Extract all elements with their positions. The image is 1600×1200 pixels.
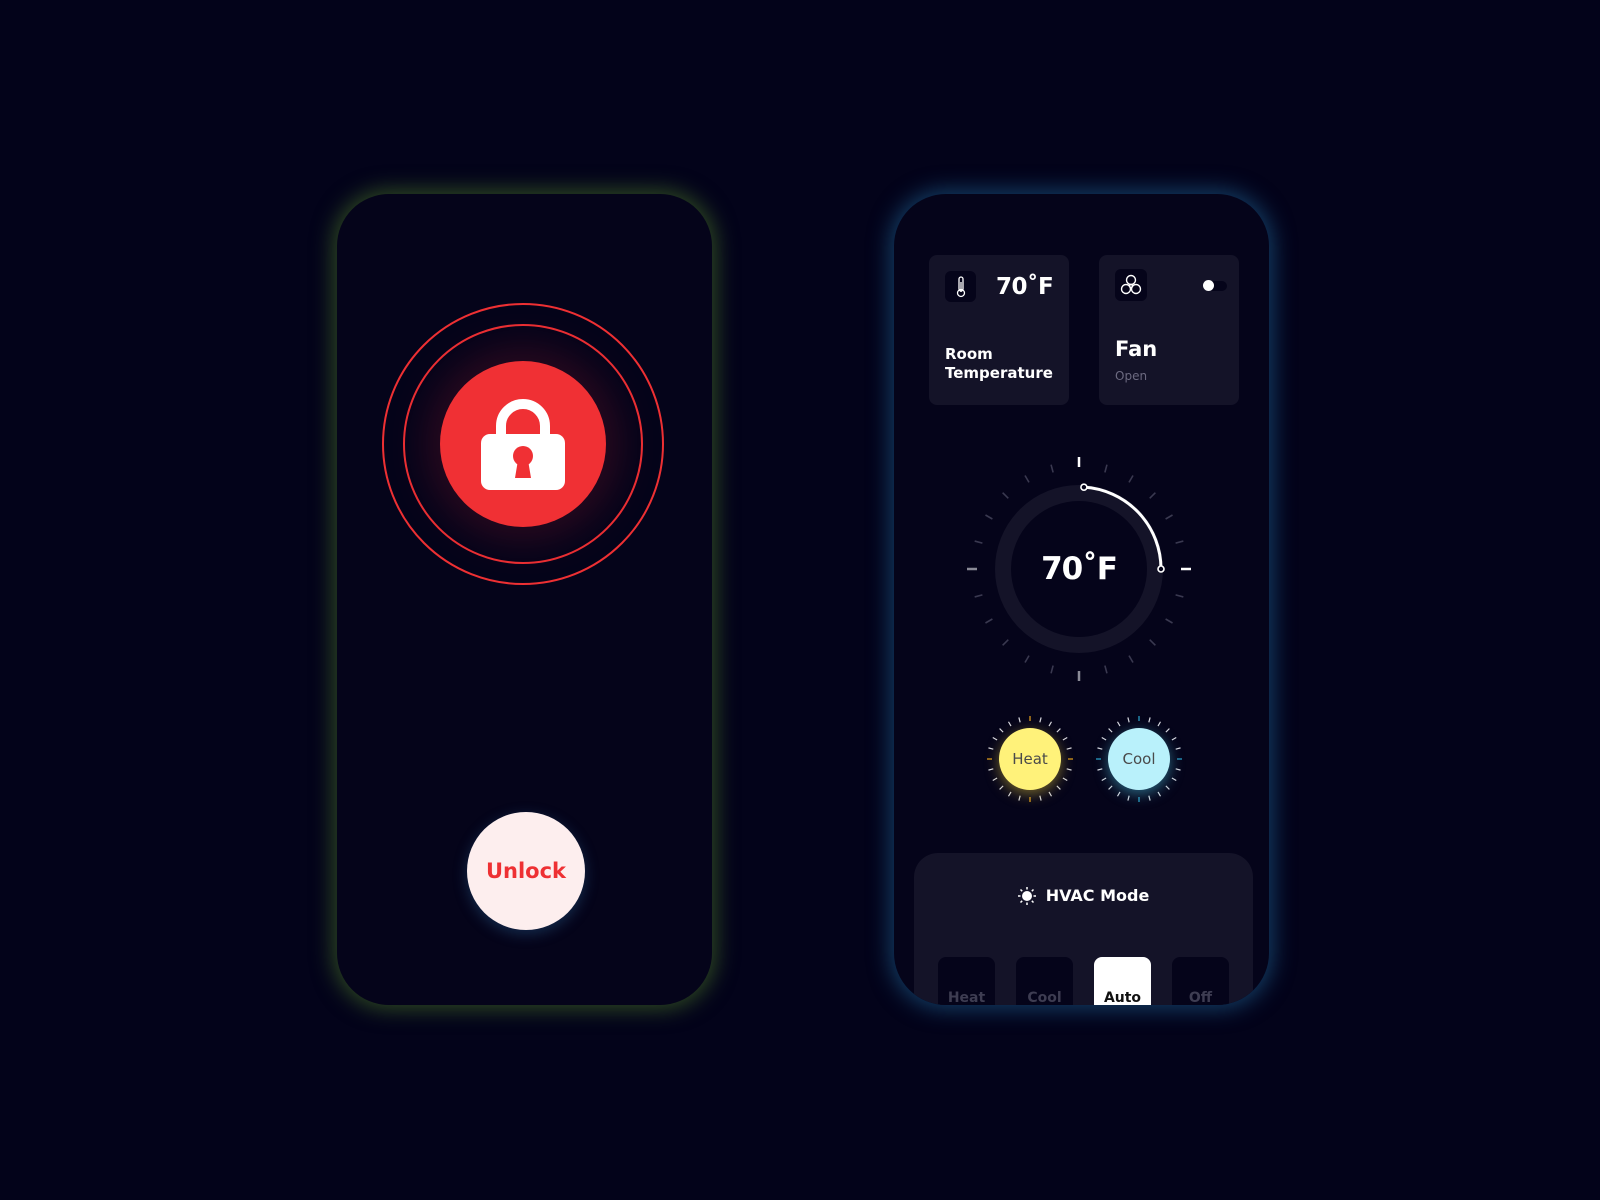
mode-tick <box>1157 791 1162 797</box>
mode-tick <box>1171 777 1177 782</box>
dial-tick <box>985 514 993 520</box>
temperature-dial[interactable]: 70˚F <box>964 454 1194 684</box>
mode-tick <box>1066 768 1072 771</box>
mode-tick <box>1116 721 1121 727</box>
dial-track <box>995 485 1163 653</box>
mode-tick <box>1116 791 1121 797</box>
mode-tick <box>1062 777 1068 782</box>
mode-tick <box>1018 717 1021 723</box>
mode-tick <box>1048 721 1053 727</box>
fan-card[interactable]: Fan Open <box>1099 255 1239 405</box>
thermometer-icon <box>956 275 965 297</box>
dial-tick <box>985 618 993 624</box>
mode-tick <box>1018 795 1021 801</box>
mode-tick <box>992 736 998 741</box>
dial-tick <box>1128 655 1134 663</box>
fan-toggle-knob <box>1203 280 1214 291</box>
hvac-option-off[interactable]: Off <box>1172 957 1229 1005</box>
lock-indicator <box>382 303 664 585</box>
room-temperature-card[interactable]: 70˚F Room Temperature <box>929 255 1069 405</box>
dial-tick <box>974 540 983 544</box>
sun-icon <box>1017 886 1036 905</box>
mode-tick <box>999 785 1004 790</box>
cool-mode-button[interactable]: Cool <box>1108 728 1170 790</box>
mode-tick <box>1171 736 1177 741</box>
mode-tick <box>1097 768 1103 771</box>
mode-tick <box>1097 747 1103 750</box>
hvac-option-cool[interactable]: Cool <box>1016 957 1073 1005</box>
dial-tick <box>1128 475 1134 483</box>
fan-icon-box <box>1115 269 1147 301</box>
dial-tick <box>1149 639 1156 646</box>
mode-tick <box>992 777 998 782</box>
room-temperature-value: 70˚F <box>996 274 1054 300</box>
dial-tick <box>1002 639 1009 646</box>
fan-icon <box>1120 274 1142 295</box>
hvac-mode-header: HVAC Mode <box>914 886 1253 905</box>
mode-tick <box>1108 728 1113 733</box>
thermometer-icon-box <box>945 271 976 302</box>
mode-tick <box>1157 721 1162 727</box>
dial-tick <box>1050 464 1054 473</box>
mode-tick <box>1039 795 1042 801</box>
mode-tick <box>988 768 994 771</box>
dial-tick <box>1024 655 1030 663</box>
dial-tick <box>1050 665 1054 674</box>
dial-tick <box>1175 594 1184 598</box>
mode-tick <box>1056 728 1061 733</box>
mode-tick <box>1165 785 1170 790</box>
mode-tick <box>1066 747 1072 750</box>
mode-tick <box>1101 736 1107 741</box>
dial-tick <box>1104 464 1108 473</box>
dial-tick <box>1002 492 1009 499</box>
dial-tick <box>1149 492 1156 499</box>
room-temperature-label: Room Temperature <box>945 345 1053 382</box>
fan-title: Fan <box>1115 337 1158 361</box>
dial-arc-start-handle <box>1080 483 1088 491</box>
dial-tick <box>1104 665 1108 674</box>
dial-tick <box>1024 475 1030 483</box>
mode-tick <box>1062 736 1068 741</box>
fan-status: Open <box>1115 369 1148 383</box>
mode-tick <box>999 728 1004 733</box>
mode-tick <box>988 747 994 750</box>
mode-tick <box>1108 785 1113 790</box>
dial-arc-end-handle <box>1157 565 1165 573</box>
mode-tick <box>1148 795 1151 801</box>
mode-tick <box>1148 717 1151 723</box>
dial-tick <box>1165 618 1173 624</box>
mode-tick <box>1101 777 1107 782</box>
dial-tick <box>1165 514 1173 520</box>
mode-tick <box>1056 785 1061 790</box>
dial-tick <box>1175 540 1184 544</box>
mode-tick <box>1007 721 1012 727</box>
mode-tick <box>1175 768 1181 771</box>
padlock-icon <box>481 399 565 490</box>
heat-mode-button[interactable]: Heat <box>999 728 1061 790</box>
mode-tick <box>1175 747 1181 750</box>
hvac-option-heat[interactable]: Heat <box>938 957 995 1005</box>
mode-tick <box>1127 717 1130 723</box>
thermostat-phone: 70˚F Room Temperature Fan Open 70˚F Heat… <box>894 194 1269 1005</box>
lock-screen-phone: Unlock <box>337 194 712 1005</box>
hvac-mode-title: HVAC Mode <box>1045 886 1150 905</box>
dial-graphic <box>967 457 1191 681</box>
mode-tick <box>1048 791 1053 797</box>
hvac-mode-panel: HVAC Mode Heat Cool Auto Off <box>914 853 1253 1005</box>
mode-tick <box>1127 795 1130 801</box>
fan-toggle[interactable] <box>1203 280 1227 291</box>
unlock-button[interactable]: Unlock <box>467 812 585 930</box>
mode-tick <box>1007 791 1012 797</box>
mode-tick <box>1039 717 1042 723</box>
hvac-option-auto[interactable]: Auto <box>1094 957 1151 1005</box>
dial-tick <box>974 594 983 598</box>
lock-button[interactable] <box>440 361 606 527</box>
mode-tick <box>1165 728 1170 733</box>
